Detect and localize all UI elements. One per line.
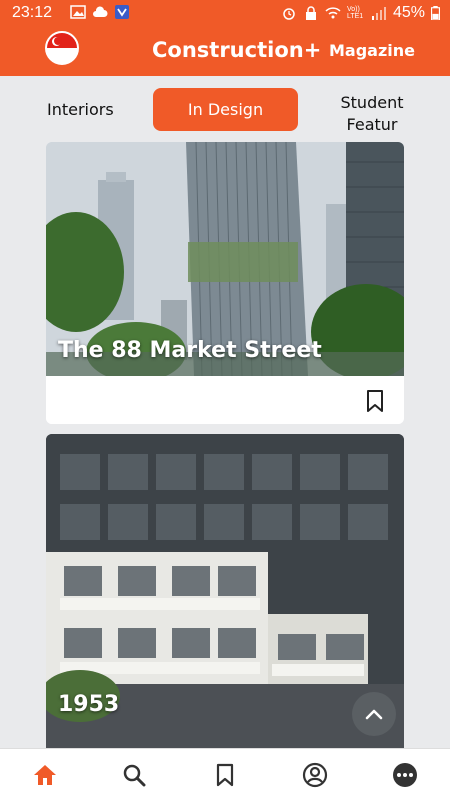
nav-profile[interactable]	[301, 761, 329, 789]
magazine-link[interactable]: Magazine	[329, 41, 415, 60]
image-icon	[70, 5, 86, 19]
lock-icon	[305, 6, 316, 20]
status-bar: 23:12 Vo)) LTE1 45%	[0, 0, 450, 28]
cloud-icon	[93, 6, 108, 17]
more-icon	[393, 763, 417, 787]
battery-icon	[431, 6, 440, 20]
home-icon	[34, 765, 56, 785]
wifi-icon	[325, 7, 341, 19]
nav-home[interactable]	[31, 761, 59, 789]
nav-search[interactable]	[120, 761, 148, 789]
bottom-navigation	[0, 748, 450, 800]
network-label: Vo)) LTE1	[346, 6, 364, 20]
status-system-icons: Vo)) LTE1 45%	[281, 4, 440, 22]
search-icon	[123, 764, 146, 787]
nav-bookmarks[interactable]	[211, 761, 239, 789]
category-tabs: Interiors In Design Student Featur	[0, 76, 450, 142]
singapore-flag-icon[interactable]	[45, 31, 79, 65]
alarm-icon	[283, 8, 295, 20]
app-title: Construction+	[152, 38, 322, 62]
article-card[interactable]: 1953	[46, 434, 404, 748]
tab-student-features[interactable]: Student Featur	[322, 92, 422, 136]
article-title[interactable]: The 88 Market Street	[58, 338, 322, 363]
app-bar: Construction+ Magazine	[0, 28, 450, 76]
scroll-to-top-button[interactable]	[352, 692, 396, 736]
tab-interiors[interactable]: Interiors	[47, 100, 114, 119]
signal-icon	[371, 7, 386, 20]
battery-percent: 45%	[392, 4, 425, 21]
bookmark-icon[interactable]	[366, 390, 384, 412]
article-card[interactable]: The 88 Market Street	[46, 142, 404, 424]
tab-in-design[interactable]: In Design	[153, 88, 298, 131]
bookmark-icon	[216, 763, 234, 787]
article-title[interactable]: 1953	[58, 692, 119, 717]
status-time: 23:12	[12, 4, 53, 21]
profile-icon	[302, 762, 328, 788]
article-footer	[46, 376, 404, 424]
shield-icon	[115, 5, 129, 19]
nav-more[interactable]	[391, 761, 419, 789]
status-notification-icons	[70, 5, 130, 19]
article-feed[interactable]: The 88 Market Street 1953	[46, 142, 404, 748]
chevron-up-icon	[365, 709, 383, 720]
